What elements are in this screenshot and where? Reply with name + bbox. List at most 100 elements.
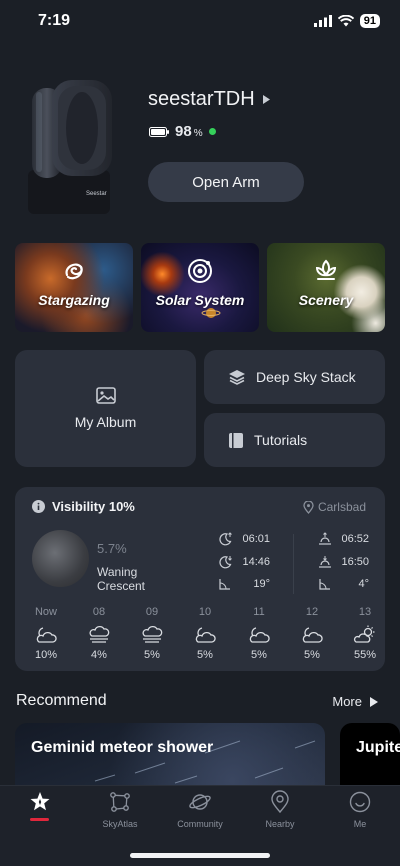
open-arm-button[interactable]: Open Arm: [148, 162, 304, 202]
tab-home[interactable]: [0, 790, 80, 814]
forecast-item: Now 10%: [26, 606, 66, 661]
tab-nearby[interactable]: Nearby: [240, 790, 320, 829]
location-name: Carlsbad: [317, 500, 366, 514]
forecast-value: 55%: [353, 649, 377, 661]
sun-altitude: 4°: [358, 578, 369, 590]
moonrise-time: 06:01: [242, 533, 270, 545]
moonrise-icon: [219, 532, 232, 546]
mode-solar-system[interactable]: Solar System: [141, 243, 259, 332]
device-battery-unit: %: [193, 128, 203, 139]
forecast-value: 5%: [251, 649, 267, 661]
tutorials-button[interactable]: Tutorials: [204, 413, 385, 467]
tab-skyatlas[interactable]: SkyAtlas: [80, 790, 160, 829]
visibility-title-text: Visibility 10%: [52, 499, 135, 514]
device-name-link[interactable]: seestarTDH: [148, 88, 270, 111]
forecast-time: 13: [358, 606, 372, 618]
sunrise-icon: [319, 532, 331, 545]
forecast-time: 12: [305, 606, 319, 618]
forecast-item: 10 5%: [185, 606, 225, 661]
play-arrow-icon: [370, 696, 378, 707]
forecast-item: 08 4%: [79, 606, 119, 661]
my-album-button[interactable]: My Album: [15, 350, 196, 467]
more-link[interactable]: More: [332, 694, 378, 709]
online-status-dot: [208, 128, 216, 135]
deep-sky-stack-button[interactable]: Deep Sky Stack: [204, 350, 385, 404]
visibility-title: Visibility 10%: [32, 499, 135, 514]
sunset-icon: [319, 556, 331, 568]
sunrise-time: 06:52: [341, 533, 369, 545]
moonrise-row: 06:01: [218, 532, 270, 546]
constellation-icon: [110, 792, 130, 812]
forecast-value: 4%: [91, 649, 107, 661]
angle-icon: [219, 579, 230, 590]
layers-icon: [229, 370, 245, 385]
forecast-time: Now: [34, 606, 57, 618]
wifi-icon: [337, 15, 354, 27]
visibility-location[interactable]: Carlsbad: [303, 500, 366, 514]
home-star-icon: [30, 792, 50, 811]
info-icon: [32, 500, 45, 513]
sunset-row: 16:50: [318, 555, 369, 569]
forecast-item: 09 5%: [132, 606, 172, 661]
battery-icon: [149, 126, 169, 137]
recommend-card-title: Geminid meteor shower: [31, 739, 214, 756]
partly-cloudy-night-icon: [249, 627, 270, 643]
sunset-time: 16:50: [341, 556, 369, 568]
forecast-value: 5%: [197, 649, 213, 661]
tutorials-label: Tutorials: [254, 432, 308, 448]
battery-indicator: 91: [359, 14, 380, 28]
planet-icon: [189, 794, 211, 810]
angle-icon: [319, 579, 330, 590]
moon-illumination: 5.7%: [97, 541, 127, 556]
active-tab-indicator: [30, 818, 49, 821]
partly-cloudy-night-icon: [36, 627, 57, 643]
home-indicator: [130, 853, 270, 858]
moonset-icon: [219, 556, 232, 569]
smile-icon: [349, 791, 371, 813]
partly-cloudy-night-icon: [302, 627, 323, 643]
forecast-item: 13 55%: [345, 606, 385, 661]
forecast-time: 08: [92, 606, 106, 618]
saturn-decoration: [201, 308, 221, 318]
my-album-label: My Album: [74, 414, 137, 430]
moonset-time: 14:46: [242, 556, 270, 568]
fog-icon: [142, 625, 163, 643]
forecast-item: 12 5%: [292, 606, 332, 661]
tab-label: Nearby: [265, 819, 295, 829]
deep-sky-stack-label: Deep Sky Stack: [256, 369, 356, 385]
partly-sunny-icon: [353, 625, 375, 643]
device-name: seestarTDH: [148, 88, 255, 110]
moon-altitude: 19°: [253, 578, 270, 590]
fog-icon: [89, 625, 110, 643]
moon-phase: Waning Crescent: [97, 565, 146, 593]
mode-label: Solar System: [155, 292, 245, 308]
recommend-card[interactable]: Geminid meteor shower: [15, 723, 325, 787]
recommend-card[interactable]: Jupite: [340, 723, 400, 787]
image-icon: [95, 387, 116, 404]
sunrise-row: 06:52: [318, 532, 369, 546]
status-time: 7:19: [38, 12, 71, 29]
tab-community[interactable]: Community: [160, 790, 240, 829]
mode-scenery[interactable]: Scenery: [267, 243, 385, 332]
telescope-image: Seestar: [28, 80, 112, 214]
mode-stargazing[interactable]: Stargazing: [15, 243, 133, 332]
mode-label: Stargazing: [38, 292, 110, 308]
orbit-icon: [188, 259, 212, 283]
recommend-title: Recommend: [16, 692, 107, 709]
tab-label: Me: [353, 819, 367, 829]
moon-image: [32, 530, 89, 587]
more-label: More: [332, 694, 362, 709]
chevron-right-icon: [262, 95, 270, 104]
sun-altitude-row: 4°: [318, 577, 369, 591]
moonset-row: 14:46: [218, 555, 270, 569]
book-icon: [229, 432, 243, 448]
moon-altitude-row: 19°: [218, 577, 270, 591]
tab-label: SkyAtlas: [102, 819, 138, 829]
forecast-time: 11: [253, 606, 265, 618]
tab-me[interactable]: Me: [320, 790, 400, 829]
galaxy-icon: [65, 263, 83, 280]
forecast-item: 11 5%: [239, 606, 279, 661]
location-pin-icon: [271, 790, 289, 814]
recommend-card-title: Jupite: [356, 739, 400, 756]
lotus-icon: [315, 259, 337, 280]
